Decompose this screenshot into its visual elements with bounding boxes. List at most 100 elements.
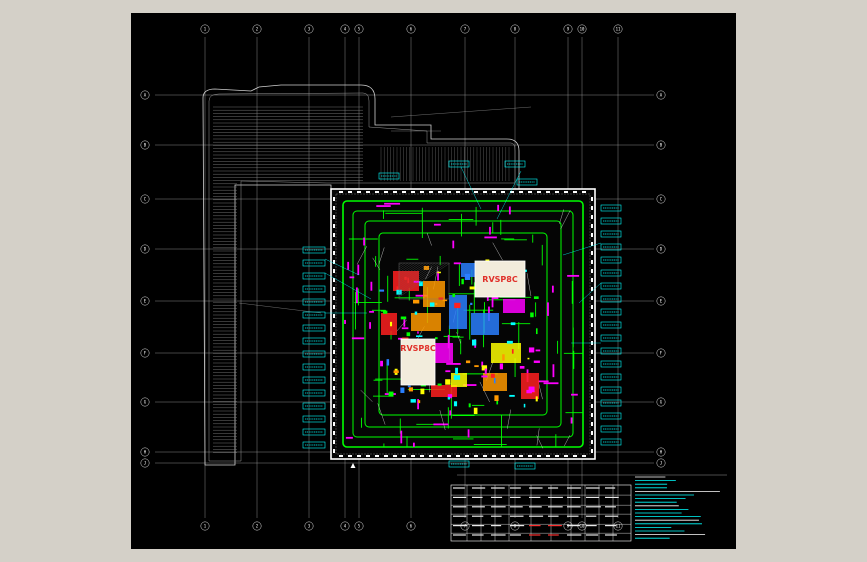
core-detail [461, 278, 464, 285]
grid-bubble-label: 10 [580, 26, 585, 31]
core-equipment [411, 313, 441, 331]
perimeter-fixture [333, 332, 335, 336]
core-detail [528, 347, 535, 353]
perimeter-fixture [591, 314, 593, 318]
core-detail [530, 312, 534, 318]
perimeter-fixture [420, 455, 424, 457]
perimeter-fixture [375, 455, 379, 457]
perimeter-fixture [384, 191, 388, 193]
core-equipment [381, 313, 397, 335]
perimeter-fixture [564, 455, 568, 457]
perimeter-fixture [411, 191, 415, 193]
cad-drawing-viewport[interactable]: 11223344556677889910101111AABBCCDDEEFFGG… [131, 13, 736, 549]
core-equipment [521, 373, 539, 399]
perimeter-fixture [546, 455, 550, 457]
core-detail [454, 302, 461, 309]
core-detail [417, 400, 421, 404]
perimeter-fixture [591, 260, 593, 264]
stamp-text: RVSP8C [400, 344, 436, 353]
perimeter-fixture [333, 314, 335, 318]
perimeter-fixture [357, 455, 361, 457]
perimeter-fixture [438, 191, 442, 193]
perimeter-fixture [591, 395, 593, 399]
grid-bubble-label: 6 [410, 26, 413, 31]
core-detail [438, 297, 444, 300]
core-detail [468, 403, 471, 408]
core-detail [509, 394, 515, 397]
core-detail [447, 397, 451, 400]
perimeter-fixture [591, 386, 593, 390]
perimeter-fixture [333, 359, 335, 363]
grid-bubble-label: 11 [616, 26, 621, 31]
perimeter-fixture [555, 455, 559, 457]
perimeter-fixture [333, 395, 335, 399]
core-detail [400, 316, 407, 320]
perimeter-fixture [591, 296, 593, 300]
perimeter-fixture [333, 449, 335, 453]
perimeter-fixture [447, 191, 451, 193]
core-detail [484, 368, 487, 374]
perimeter-fixture [537, 455, 541, 457]
perimeter-fixture [492, 455, 496, 457]
perimeter-fixture [333, 206, 335, 210]
north-arrow-icon [350, 463, 356, 468]
core-equipment [503, 299, 525, 313]
perimeter-fixture [537, 191, 541, 193]
perimeter-fixture [465, 455, 469, 457]
building-plan-layer [302, 160, 622, 470]
perimeter-fixture [501, 191, 505, 193]
perimeter-fixture [591, 377, 593, 381]
perimeter-fixture [474, 455, 478, 457]
schedule-table [450, 484, 632, 542]
perimeter-fixture [591, 359, 593, 363]
perimeter-fixture [333, 215, 335, 219]
perimeter-fixture [492, 191, 496, 193]
perimeter-fixture [333, 224, 335, 228]
perimeter-fixture [393, 455, 397, 457]
perimeter-fixture [333, 431, 335, 435]
core-detail [519, 365, 525, 369]
core-detail [445, 379, 451, 385]
perimeter-fixture [591, 215, 593, 219]
perimeter-fixture [582, 191, 586, 193]
core-detail [420, 388, 425, 395]
core-detail [465, 360, 471, 364]
perimeter-fixture [420, 191, 424, 193]
leader-line [238, 302, 322, 314]
core-detail [379, 289, 385, 292]
perimeter-fixture [591, 278, 593, 282]
perimeter-fixture [591, 251, 593, 255]
core-detail [452, 293, 456, 298]
perimeter-fixture [591, 368, 593, 372]
core-detail [472, 339, 477, 346]
grid-bubble-label: 7 [464, 26, 467, 31]
perimeter-fixture [402, 191, 406, 193]
grid-bubble-label: 9 [567, 26, 570, 31]
perimeter-fixture [573, 455, 577, 457]
core-detail [386, 359, 390, 366]
grid-bubble-label: 5 [358, 523, 361, 528]
core-detail [415, 335, 423, 337]
core-detail [533, 296, 539, 299]
perimeter-fixture [591, 332, 593, 336]
perimeter-fixture [510, 455, 514, 457]
core-detail [481, 375, 488, 378]
grid-bubble-label: 1 [204, 26, 207, 31]
perimeter-fixture [402, 455, 406, 457]
grid-bubble-label: 4 [344, 523, 347, 528]
perimeter-fixture [333, 323, 335, 327]
perimeter-fixture [333, 269, 335, 273]
core-detail [511, 349, 514, 354]
perimeter-fixture [474, 191, 478, 193]
perimeter-fixture [333, 233, 335, 237]
perimeter-fixture [465, 191, 469, 193]
core-equipment [471, 313, 499, 335]
perimeter-fixture [357, 191, 361, 193]
core-detail [389, 321, 393, 327]
core-detail [473, 407, 478, 414]
grid-bubble-label: E [660, 298, 663, 303]
core-detail [506, 340, 513, 344]
perimeter-fixture [591, 422, 593, 426]
core-detail [413, 299, 420, 304]
grid-bubble-label: F [144, 350, 147, 355]
